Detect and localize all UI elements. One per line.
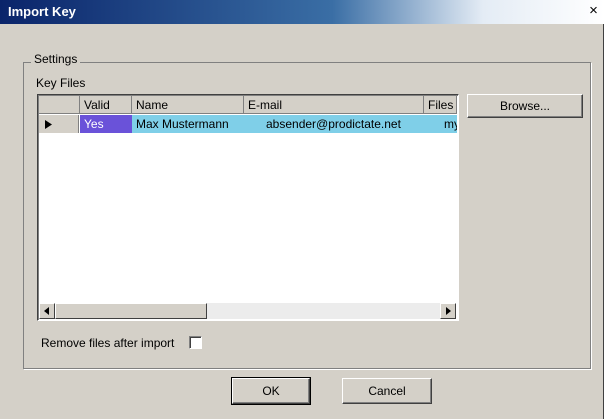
table-row-files-cell[interactable]: my bbox=[424, 115, 457, 133]
cancel-button[interactable]: Cancel bbox=[342, 378, 432, 404]
remove-files-label: Remove files after import bbox=[41, 336, 175, 350]
remove-files-checkbox[interactable] bbox=[189, 336, 202, 349]
import-key-dialog: Import Key × Settings Key Files Valid Na… bbox=[0, 0, 604, 419]
key-files-grid[interactable]: Valid Name E-mail Files Yes Max Musterma… bbox=[37, 94, 459, 321]
table-row-email-cell[interactable]: absender@prodictate.net bbox=[244, 115, 424, 133]
title-bar[interactable]: Import Key × bbox=[0, 0, 604, 24]
close-icon[interactable]: × bbox=[585, 3, 602, 20]
arrow-right-icon[interactable] bbox=[440, 303, 456, 319]
table-row-valid-cell[interactable]: Yes bbox=[80, 115, 132, 133]
column-header-email[interactable]: E-mail bbox=[244, 96, 424, 114]
column-header-valid[interactable]: Valid bbox=[80, 96, 132, 114]
settings-legend: Settings bbox=[31, 52, 81, 66]
header-row-indicator bbox=[39, 96, 80, 114]
horizontal-scrollbar[interactable] bbox=[39, 303, 456, 319]
key-files-label: Key Files bbox=[36, 76, 86, 90]
arrow-left-icon[interactable] bbox=[39, 303, 55, 319]
row-pointer-icon[interactable] bbox=[39, 115, 79, 133]
scrollbar-thumb[interactable] bbox=[55, 303, 207, 319]
column-header-files[interactable]: Files bbox=[424, 96, 457, 114]
column-header-name[interactable]: Name bbox=[132, 96, 244, 114]
ok-button[interactable]: OK bbox=[231, 377, 311, 405]
table-row-name-cell[interactable]: Max Mustermann bbox=[132, 115, 244, 133]
browse-button[interactable]: Browse... bbox=[467, 94, 583, 118]
window-title: Import Key bbox=[8, 4, 76, 19]
